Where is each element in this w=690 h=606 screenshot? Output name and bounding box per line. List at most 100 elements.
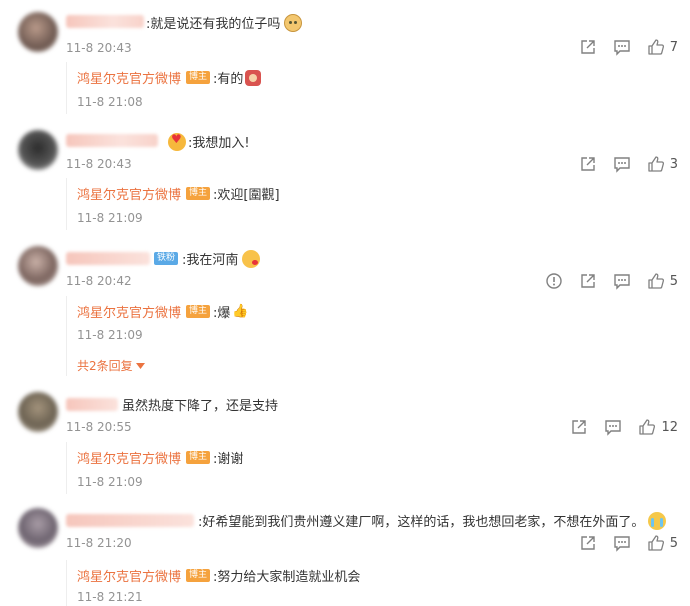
reply-time: 11-8 21:09 — [77, 211, 143, 225]
report-icon — [546, 273, 562, 289]
comment-icon — [614, 157, 630, 173]
comment-text-row: 铁粉 :我在河南 — [66, 249, 261, 268]
avatar[interactable] — [18, 12, 58, 52]
blurred-username[interactable] — [66, 398, 118, 411]
like-button[interactable]: 3 — [647, 155, 678, 173]
blurred-username[interactable] — [66, 134, 158, 147]
reply-text: :爆 — [213, 306, 231, 321]
like-button[interactable]: 7 — [647, 38, 678, 56]
comment-button[interactable] — [613, 155, 631, 173]
reply-block: 鸿星尔克官方微博 博主 :有的 11-8 21:08 — [66, 62, 677, 114]
like-count: 7 — [669, 39, 678, 55]
thumbs-emoji: 👍 — [232, 304, 249, 319]
comment-text: :好希望能到我们贵州遵义建厂啊，这样的话，我也想回老家，不想在外面了。 — [198, 515, 645, 530]
thumbs-up-icon — [648, 273, 664, 289]
share-icon — [581, 157, 595, 171]
comment-icon — [614, 536, 630, 552]
comment-actions: 7 — [563, 38, 678, 56]
share-icon — [572, 420, 587, 434]
comment-text: 虽然热度下降了，还是支持 — [122, 399, 279, 414]
reply-text: :欢迎[圍觀] — [213, 188, 280, 203]
comment-text-row: :好希望能到我们贵州遵义建厂啊，这样的话，我也想回老家，不想在外面了。 — [66, 511, 667, 530]
thumbs-up-icon — [648, 39, 664, 55]
share-icon — [581, 274, 595, 288]
avatar[interactable] — [18, 392, 58, 432]
comment-text: :我想加入! — [188, 136, 250, 151]
comment-actions: 5 — [529, 272, 678, 290]
reply-text: :努力给大家制造就业机会 — [213, 570, 361, 585]
avatar[interactable] — [18, 130, 58, 170]
comment-actions: 12 — [554, 418, 678, 436]
comment-time: 11-8 20:55 — [66, 420, 132, 434]
author-badge: 博主 — [186, 187, 211, 200]
avatar[interactable] — [18, 246, 58, 286]
share-button[interactable] — [570, 418, 588, 436]
crying-emoji — [648, 511, 667, 530]
fan-badge: 铁粉 — [154, 252, 179, 265]
like-count: 3 — [669, 156, 678, 172]
reply-time: 11-8 21:08 — [77, 95, 143, 109]
comment-time: 11-8 21:20 — [66, 536, 132, 550]
comment-text: :就是说还有我的位子吗 — [146, 17, 281, 32]
reply-line: 鸿星尔克官方微博 博主 :欢迎[圍觀] — [77, 184, 280, 203]
reply-text: :谢谢 — [213, 452, 244, 467]
reply-block: 鸿星尔克官方微博 博主 :谢谢 11-8 21:09 — [66, 442, 677, 494]
avatar[interactable] — [18, 508, 58, 548]
reply-line: 鸿星尔克官方微博 博主 :谢谢 — [77, 448, 243, 467]
comment-button[interactable] — [604, 418, 622, 436]
reply-line: 鸿星尔克官方微博 博主 :有的 — [77, 68, 262, 87]
reply-author[interactable]: 鸿星尔克官方微博 — [77, 448, 181, 467]
comment-time: 11-8 20:43 — [66, 157, 132, 171]
share-icon — [581, 536, 595, 550]
author-badge: 博主 — [186, 305, 211, 318]
comment-icon — [614, 274, 630, 290]
reply-author[interactable]: 鸿星尔克官方微博 — [77, 184, 181, 203]
reply-block: 鸿星尔克官方微博 博主 :欢迎[圍觀] 11-8 21:09 — [66, 178, 677, 230]
like-button[interactable]: 5 — [647, 534, 678, 552]
comment-actions: 5 — [563, 534, 678, 552]
author-badge: 博主 — [186, 71, 211, 84]
comment-icon — [605, 420, 622, 436]
share-button[interactable] — [579, 272, 597, 290]
reply-text: :有的 — [213, 72, 244, 87]
reply-line: 鸿星尔克官方微博 博主 :努力给大家制造就业机会 — [77, 566, 360, 585]
more-replies-link[interactable]: 共2条回复 — [77, 357, 145, 374]
comment-text: :我在河南 — [182, 253, 239, 268]
chevron-down-icon — [135, 362, 145, 369]
comment-time: 11-8 20:43 — [66, 41, 132, 55]
comment-text-row: :就是说还有我的位子吗 — [146, 13, 303, 32]
reply-author[interactable]: 鸿星尔克官方微博 — [77, 68, 181, 87]
reply-block: 鸿星尔克官方微博 博主 :爆 👍 11-8 21:09 共2条回复 — [66, 296, 677, 376]
thumbs-up-icon — [648, 535, 664, 551]
comment-text-row: 虽然热度下降了，还是支持 — [66, 395, 278, 414]
share-button[interactable] — [579, 38, 597, 56]
comment-text-row: :我想加入! — [166, 132, 250, 151]
blurred-username[interactable] — [66, 514, 194, 527]
red-envelope-emoji — [245, 69, 262, 86]
comment-actions: 3 — [563, 155, 678, 173]
comment-button[interactable] — [613, 272, 631, 290]
like-button[interactable]: 5 — [647, 272, 678, 290]
comment-icon — [614, 40, 630, 56]
author-badge: 博主 — [186, 569, 211, 582]
thumbs-up-icon — [639, 419, 656, 435]
share-button[interactable] — [579, 534, 597, 552]
blurred-username[interactable] — [66, 252, 150, 265]
reply-time: 11-8 21:21 — [77, 590, 143, 604]
doge-emoji — [284, 13, 303, 32]
report-button[interactable] — [545, 272, 563, 290]
comment-button[interactable] — [613, 534, 631, 552]
reply-time: 11-8 21:09 — [77, 475, 143, 489]
like-button[interactable]: 12 — [638, 418, 678, 436]
kiss-emoji — [242, 249, 261, 268]
like-count: 5 — [669, 273, 678, 289]
reply-author[interactable]: 鸿星尔克官方微博 — [77, 302, 181, 321]
share-button[interactable] — [579, 155, 597, 173]
heart-eyes-emoji — [168, 132, 186, 151]
comment-button[interactable] — [613, 38, 631, 56]
reply-author[interactable]: 鸿星尔克官方微博 — [77, 566, 181, 585]
reply-block: 鸿星尔克官方微博 博主 :努力给大家制造就业机会 11-8 21:21 — [66, 560, 677, 606]
blurred-username[interactable] — [66, 15, 144, 28]
thumbs-up-icon — [648, 156, 664, 172]
author-badge: 博主 — [186, 451, 211, 464]
